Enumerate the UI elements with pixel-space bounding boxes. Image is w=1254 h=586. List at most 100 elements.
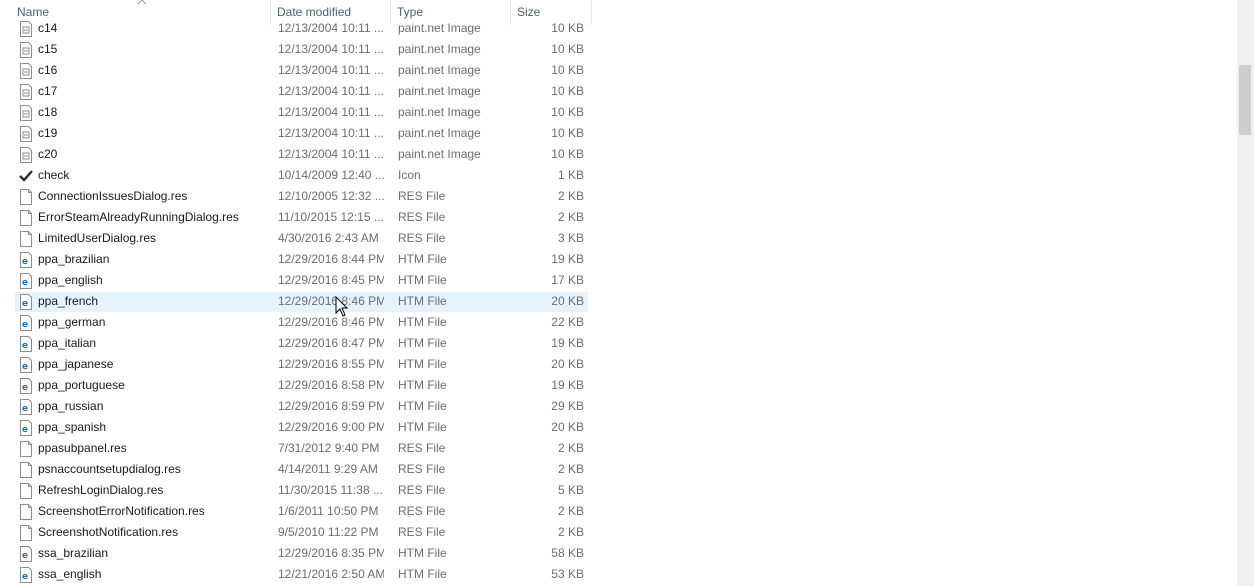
file-type: RES File xyxy=(398,210,446,224)
file-row[interactable]: e ppa_german 12/29/2016 8:46 PM HTM File 22 … xyxy=(0,312,1236,333)
file-type: HTM File xyxy=(398,399,447,413)
file-name[interactable]: ssa_english xyxy=(38,564,268,585)
file-row[interactable]: c20 12/13/2004 10:11 ... paint.net Image 10… xyxy=(0,144,1236,165)
file-type: RES File xyxy=(398,483,446,497)
file-row[interactable]: c16 12/13/2004 10:11 ... paint.net Image 10… xyxy=(0,60,1236,81)
file-row[interactable]: psnaccountsetupdialog.res 4/14/2011 9:29 … xyxy=(0,459,1236,480)
file-name[interactable]: psnaccountsetupdialog.res xyxy=(38,459,268,480)
file-name[interactable]: LimitedUserDialog.res xyxy=(38,228,268,249)
file-type: paint.net Image xyxy=(398,147,481,161)
file-name[interactable]: ssa_brazilian xyxy=(38,543,268,564)
vertical-scrollbar[interactable] xyxy=(1237,0,1254,586)
file-row[interactable]: e ppa_english 12/29/2016 8:45 PM HTM File 17… xyxy=(0,270,1236,291)
file-size: 10 KB xyxy=(551,21,584,35)
file-name[interactable]: ppa_german xyxy=(38,312,268,333)
blank-file-icon xyxy=(19,210,33,226)
file-row[interactable]: ScreenshotErrorNotification.res 1/6/2011 … xyxy=(0,501,1236,522)
file-size: 2 KB xyxy=(557,462,584,476)
file-size: 20 KB xyxy=(551,294,584,308)
paintnet-image-icon xyxy=(19,126,33,142)
file-name[interactable]: c20 xyxy=(38,144,268,165)
file-type: Icon xyxy=(398,168,421,182)
file-type: paint.net Image xyxy=(398,105,481,119)
file-row[interactable]: ConnectionIssuesDialog.res 12/10/2005 12:… xyxy=(0,186,1236,207)
file-date-modified: 12/10/2005 12:32 ... xyxy=(278,189,384,203)
file-row[interactable]: c19 12/13/2004 10:11 ... paint.net Image 10… xyxy=(0,123,1236,144)
file-name[interactable]: c17 xyxy=(38,81,268,102)
file-row[interactable]: e ssa_english 12/21/2016 2:50 AM HTM File 53… xyxy=(0,564,1236,585)
file-name[interactable]: c16 xyxy=(38,60,268,81)
scrollbar-thumb[interactable] xyxy=(1239,65,1251,135)
file-size: 22 KB xyxy=(551,315,584,329)
file-name[interactable]: check xyxy=(38,165,268,186)
file-name[interactable]: ppa_portuguese xyxy=(38,375,268,396)
file-row[interactable]: c18 12/13/2004 10:11 ... paint.net Image 10… xyxy=(0,102,1236,123)
file-date-modified: 4/30/2016 2:43 AM xyxy=(278,231,379,245)
file-name[interactable]: ScreenshotNotification.res xyxy=(38,522,268,543)
file-date-modified: 12/29/2016 8:45 PM xyxy=(278,273,384,287)
file-name[interactable]: ppa_french xyxy=(38,291,268,312)
file-name[interactable]: ppa_japanese xyxy=(38,354,268,375)
file-size: 2 KB xyxy=(557,210,584,224)
file-row[interactable]: e ppa_portuguese 12/29/2016 8:58 PM HTM Fil… xyxy=(0,375,1236,396)
checkmark-icon xyxy=(19,168,33,184)
svg-text:e: e xyxy=(22,551,28,561)
file-date-modified: 9/5/2010 11:22 PM xyxy=(278,525,379,539)
file-name[interactable]: ppa_brazilian xyxy=(38,249,268,270)
file-name[interactable]: ppa_english xyxy=(38,270,268,291)
file-date-modified: 12/29/2016 8:47 PM xyxy=(278,336,384,350)
file-row[interactable]: e ppa_japanese 12/29/2016 8:55 PM HTM File 2… xyxy=(0,354,1236,375)
blank-file-icon xyxy=(19,483,33,499)
file-name[interactable]: ScreenshotErrorNotification.res xyxy=(38,501,268,522)
file-row[interactable]: e ppa_french 12/29/2016 8:46 PM HTM File 20 … xyxy=(0,291,1236,312)
file-row[interactable]: e ppa_italian 12/29/2016 8:47 PM HTM File 19… xyxy=(0,333,1236,354)
file-name[interactable]: RefreshLoginDialog.res xyxy=(38,480,268,501)
file-name[interactable]: c14 xyxy=(38,18,268,39)
file-row[interactable]: c17 12/13/2004 10:11 ... paint.net Image 10… xyxy=(0,81,1236,102)
file-name[interactable]: ErrorSteamAlreadyRunningDialog.res xyxy=(38,207,268,228)
file-row[interactable]: e ppa_russian 12/29/2016 8:59 PM HTM File 29… xyxy=(0,396,1236,417)
file-date-modified: 12/13/2004 10:11 ... xyxy=(278,105,384,119)
file-type: RES File xyxy=(398,504,446,518)
file-row[interactable]: ErrorSteamAlreadyRunningDialog.res 11/10/… xyxy=(0,207,1236,228)
file-name[interactable]: ConnectionIssuesDialog.res xyxy=(38,186,268,207)
file-row[interactable]: ppasubpanel.res 7/31/2012 9:40 PM RES File… xyxy=(0,438,1236,459)
file-size: 10 KB xyxy=(551,42,584,56)
file-name[interactable]: c15 xyxy=(38,39,268,60)
file-name[interactable]: ppa_russian xyxy=(38,396,268,417)
file-type: HTM File xyxy=(398,294,447,308)
file-row[interactable]: ScreenshotNotification.res 9/5/2010 11:22… xyxy=(0,522,1236,543)
file-size: 10 KB xyxy=(551,105,584,119)
svg-text:e: e xyxy=(22,299,28,309)
file-date-modified: 1/6/2011 10:50 PM xyxy=(278,504,379,518)
file-size: 20 KB xyxy=(551,357,584,371)
file-name[interactable]: ppa_italian xyxy=(38,333,268,354)
htm-file-icon: e xyxy=(19,357,33,373)
svg-text:e: e xyxy=(22,257,28,267)
file-type: RES File xyxy=(398,525,446,539)
file-size: 17 KB xyxy=(551,273,584,287)
htm-file-icon: e xyxy=(19,567,33,583)
file-size: 2 KB xyxy=(557,441,584,455)
file-date-modified: 4/14/2011 9:29 AM xyxy=(278,462,378,476)
file-row[interactable]: e ppa_spanish 12/29/2016 9:00 PM HTM File 20… xyxy=(0,417,1236,438)
file-row[interactable]: e ssa_brazilian 12/29/2016 8:35 PM HTM File… xyxy=(0,543,1236,564)
svg-text:e: e xyxy=(22,404,28,414)
file-row[interactable]: check 10/14/2009 12:40 ... Icon 1 KB xyxy=(0,165,1236,186)
file-row[interactable]: LimitedUserDialog.res 4/30/2016 2:43 AM RE… xyxy=(0,228,1236,249)
file-type: HTM File xyxy=(398,252,447,266)
file-name[interactable]: ppa_spanish xyxy=(38,417,268,438)
file-row[interactable]: c15 12/13/2004 10:11 ... paint.net Image 10… xyxy=(0,39,1236,60)
file-name[interactable]: c18 xyxy=(38,102,268,123)
file-type: RES File xyxy=(398,462,446,476)
file-date-modified: 12/13/2004 10:11 ... xyxy=(278,147,384,161)
file-row[interactable]: e ppa_brazilian 12/29/2016 8:44 PM HTM File… xyxy=(0,249,1236,270)
file-date-modified: 7/31/2012 9:40 PM xyxy=(278,441,380,455)
file-name[interactable]: c19 xyxy=(38,123,268,144)
file-type: paint.net Image xyxy=(398,21,481,35)
file-date-modified: 12/29/2016 8:55 PM xyxy=(278,357,384,371)
file-row[interactable]: c14 12/13/2004 10:11 ... paint.net Image 10… xyxy=(0,18,1236,39)
paintnet-image-icon xyxy=(19,147,33,163)
file-row[interactable]: RefreshLoginDialog.res 11/30/2015 11:38 .… xyxy=(0,480,1236,501)
file-name[interactable]: ppasubpanel.res xyxy=(38,438,268,459)
